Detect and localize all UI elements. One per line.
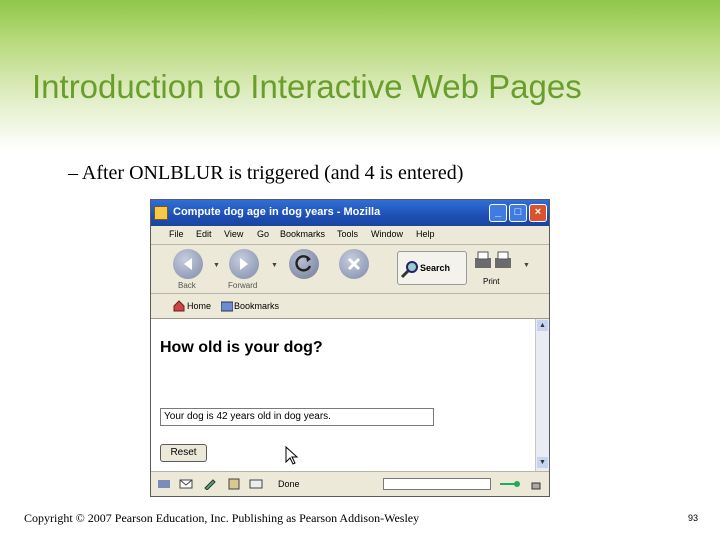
vertical-scrollbar[interactable]: ▲ ▼ (535, 319, 549, 471)
menu-file[interactable]: File (169, 229, 184, 239)
back-dropdown-icon[interactable]: ▼ (213, 262, 220, 269)
copyright-footer: Copyright © 2007 Pearson Education, Inc.… (24, 511, 420, 525)
home-link[interactable]: Home (187, 301, 211, 311)
status-bar: Done (151, 471, 549, 496)
back-label: Back (178, 281, 196, 290)
page-heading: How old is your dog? (160, 339, 323, 356)
forward-label: Forward (228, 281, 258, 290)
result-text-field[interactable]: Your dog is 42 years old in dog years. (160, 408, 434, 426)
reload-icon (295, 255, 312, 272)
navigator-icon[interactable] (157, 478, 171, 490)
print-icon[interactable] (473, 250, 513, 276)
search-label: Search (420, 263, 451, 273)
mail-icon[interactable] (179, 478, 193, 490)
page-number: 93 (688, 513, 699, 523)
back-button[interactable] (173, 249, 203, 279)
search-icon (400, 261, 418, 279)
forward-dropdown-icon[interactable]: ▼ (271, 262, 278, 269)
bookmarks-folder-icon (221, 301, 233, 312)
status-text: Done (278, 479, 300, 489)
slide-bullet: – After ONLBLUR is triggered (and 4 is e… (68, 162, 464, 184)
bookmarks-link[interactable]: Bookmarks (234, 301, 279, 311)
menu-help[interactable]: Help (416, 229, 435, 239)
back-arrow-icon (184, 258, 192, 270)
composer-icon[interactable] (203, 478, 217, 490)
stop-button[interactable] (339, 249, 369, 279)
forward-arrow-icon (240, 258, 248, 270)
scroll-up-icon[interactable]: ▲ (537, 320, 548, 331)
reload-button[interactable] (289, 249, 319, 279)
window-titlebar: Compute dog age in dog years - Mozilla _… (151, 200, 549, 226)
forward-button[interactable] (229, 249, 259, 279)
menu-edit[interactable]: Edit (196, 229, 212, 239)
navigation-toolbar: ▼ Back ▼ Forward Search Print ▼ (151, 245, 549, 294)
browser-window: Compute dog age in dog years - Mozilla _… (150, 199, 550, 497)
stop-icon (347, 257, 361, 271)
chat-icon[interactable] (249, 478, 263, 490)
progress-bar (383, 478, 491, 490)
security-lock-icon[interactable] (529, 478, 543, 490)
minimize-button[interactable]: _ (489, 204, 507, 222)
online-status-icon[interactable] (499, 478, 523, 490)
slide-title: Introduction to Interactive Web Pages (32, 68, 582, 105)
reset-button[interactable]: Reset (160, 444, 207, 462)
scroll-down-icon[interactable]: ▼ (537, 457, 548, 468)
bookmarks-toolbar: Home Bookmarks (151, 294, 549, 319)
menu-bookmarks[interactable]: Bookmarks (280, 229, 325, 239)
address-book-icon[interactable] (227, 478, 241, 490)
mouse-cursor-icon (285, 446, 299, 465)
menu-tools[interactable]: Tools (337, 229, 358, 239)
page-content: How old is your dog? Your dog is 42 year… (151, 319, 535, 471)
search-button[interactable]: Search (397, 251, 467, 285)
maximize-button[interactable]: □ (509, 204, 527, 222)
window-title: Compute dog age in dog years - Mozilla (173, 206, 381, 218)
app-icon (154, 206, 168, 220)
menu-bar: File Edit View Go Bookmarks Tools Window… (151, 226, 549, 245)
home-icon (173, 300, 185, 312)
close-button[interactable]: × (529, 204, 547, 222)
print-dropdown-icon[interactable]: ▼ (523, 262, 530, 269)
menu-view[interactable]: View (224, 229, 243, 239)
print-label: Print (483, 277, 500, 286)
menu-go[interactable]: Go (257, 229, 269, 239)
menu-window[interactable]: Window (371, 229, 403, 239)
